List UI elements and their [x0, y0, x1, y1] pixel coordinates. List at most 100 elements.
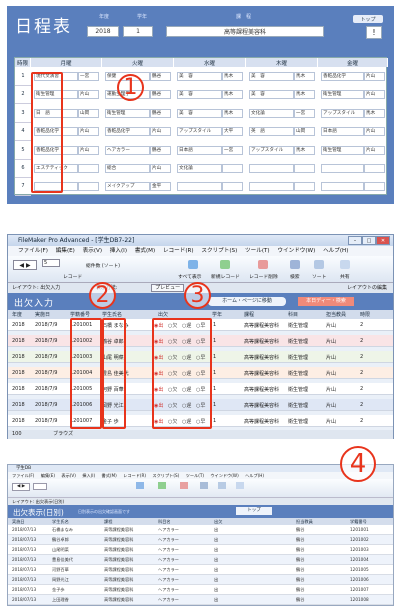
- cell-date[interactable]: 2018/7/9: [35, 386, 57, 392]
- table-row[interactable]: 2018/07/13 豊島佳美代 高等課程美容科 ヘアカラー 出 鶴谷 1201004: [8, 555, 393, 565]
- cell-date[interactable]: 2018/7/9: [35, 370, 57, 376]
- sort-icon[interactable]: [218, 482, 226, 489]
- subject-cell[interactable]: 日本語: [177, 145, 222, 155]
- cell-course[interactable]: 高等課程美容科: [244, 386, 279, 393]
- teacher-cell[interactable]: 片山: [150, 127, 171, 137]
- subject-cell[interactable]: [249, 164, 294, 173]
- cell-subject[interactable]: ヘアカラー: [158, 547, 179, 553]
- cell-period[interactable]: 2: [360, 386, 363, 392]
- teacher-cell[interactable]: 一宮: [78, 72, 99, 81]
- cell-attendance[interactable]: 出: [214, 547, 218, 553]
- cell-student-id[interactable]: 1201003: [350, 547, 369, 552]
- sort-icon[interactable]: [314, 260, 324, 269]
- menu-insert[interactable]: 挿入(I): [82, 473, 95, 478]
- menu-help[interactable]: ヘルプ(H): [245, 473, 264, 478]
- teacher-cell[interactable]: 馬木: [294, 72, 315, 81]
- teacher-cell[interactable]: 鶴谷: [150, 145, 171, 155]
- cell-teacher[interactable]: 鶴谷: [296, 557, 304, 563]
- cell-year[interactable]: 2018: [12, 402, 25, 408]
- cell-subject[interactable]: ヘアカラー: [158, 527, 179, 533]
- table-row[interactable]: 2018/07/13 岡野光江 高等課程美容科 ヘアカラー 出 鶴谷 1201006: [8, 575, 393, 585]
- table-row[interactable]: 2018/07/13 石橋まなみ 高等課程美容科 ヘアカラー 出 鶴谷 1201001: [8, 525, 393, 535]
- cell-course[interactable]: 高等課程美容科: [244, 418, 279, 425]
- cell-subject[interactable]: ヘアカラー: [158, 587, 179, 593]
- cell-date[interactable]: 2018/7/9: [35, 418, 57, 424]
- cell-date[interactable]: 2018/7/9: [35, 338, 57, 344]
- menu-records[interactable]: レコード(R): [123, 473, 146, 478]
- cell-student-id[interactable]: 1201005: [350, 567, 369, 572]
- cell-subject[interactable]: ヘアカラー: [158, 577, 179, 583]
- teacher-cell[interactable]: 馬木: [294, 145, 315, 155]
- menu-edit[interactable]: 編集(E): [56, 248, 75, 254]
- menu-tools[interactable]: ツール(T): [186, 473, 204, 478]
- cell-subject[interactable]: ヘアカラー: [158, 597, 179, 603]
- cell-course[interactable]: 高等課程美容科: [244, 402, 279, 409]
- cell-student-name[interactable]: 岡野光江: [52, 577, 69, 583]
- share-icon[interactable]: [340, 260, 350, 269]
- teacher-cell[interactable]: 一宮: [294, 108, 315, 118]
- teacher-cell[interactable]: 馬木: [222, 72, 243, 81]
- cell-student-id[interactable]: 1201007: [350, 587, 369, 592]
- cell-grade[interactable]: 1: [213, 322, 216, 328]
- cell-date[interactable]: 2018/7/9: [35, 354, 57, 360]
- cell-teacher[interactable]: 鶴谷: [296, 597, 304, 603]
- share-button[interactable]: 共有: [340, 273, 350, 280]
- subject-cell[interactable]: アップスタイル: [177, 127, 222, 137]
- menu-file[interactable]: ファイル(F): [18, 248, 48, 254]
- cell-student-name[interactable]: 豊島佳美代: [52, 557, 73, 563]
- window-close-button[interactable]: ✕: [376, 236, 390, 245]
- teacher-cell[interactable]: 片山: [78, 90, 99, 100]
- delete-record-icon[interactable]: [258, 260, 268, 269]
- menu-insert[interactable]: 挿入(I): [110, 248, 127, 254]
- cell-course[interactable]: 高等課程美容科: [244, 322, 279, 329]
- cell-student-name[interactable]: 上田理香: [52, 597, 69, 603]
- subject-cell[interactable]: 香粧品化学: [105, 127, 150, 137]
- cell-teacher[interactable]: 片山: [326, 402, 336, 409]
- teacher-cell[interactable]: [78, 164, 99, 173]
- cell-grade[interactable]: 1: [213, 402, 216, 408]
- subject-cell[interactable]: 文化論: [249, 108, 294, 118]
- cell-grade[interactable]: 1: [213, 338, 216, 344]
- menu-window[interactable]: ウインドウ(W): [277, 248, 315, 254]
- subject-cell[interactable]: 美 容: [249, 90, 294, 100]
- menu-view[interactable]: 表示(V): [61, 473, 76, 478]
- cell-subject[interactable]: 衛生管理: [288, 418, 308, 425]
- cell-course[interactable]: 高等課程美容科: [244, 354, 279, 361]
- cell-period[interactable]: 2: [360, 322, 363, 328]
- teacher-cell[interactable]: [222, 182, 243, 192]
- teacher-cell[interactable]: [364, 182, 385, 192]
- cell-year[interactable]: 2018: [12, 386, 25, 392]
- cell-date[interactable]: 2018/7/9: [35, 322, 57, 328]
- cell-student-id[interactable]: 1201002: [350, 537, 369, 542]
- cell-course[interactable]: 高等課程美容科: [104, 557, 133, 563]
- subject-cell[interactable]: 美 容: [177, 90, 222, 100]
- cell-subject[interactable]: ヘアカラー: [158, 537, 179, 543]
- table-row[interactable]: 2018/07/13 金子歩 高等課程美容科 ヘアカラー 出 鶴谷 1201007: [8, 585, 393, 595]
- subject-cell[interactable]: 衛生管理: [321, 145, 364, 155]
- menu-format[interactable]: 書式(M): [102, 473, 117, 478]
- maximize-button[interactable]: □: [362, 236, 376, 245]
- subject-cell[interactable]: 美 容: [177, 72, 222, 81]
- subject-cell[interactable]: アップスタイル: [321, 108, 364, 118]
- cell-period[interactable]: 2: [360, 402, 363, 408]
- table-row[interactable]: 2018/07/13 山尾明菜 高等課程美容科 ヘアカラー 出 鶴谷 1201003: [8, 545, 393, 555]
- subject-cell[interactable]: 美 容: [177, 108, 222, 118]
- teacher-cell[interactable]: 馬木: [222, 108, 243, 118]
- teacher-cell[interactable]: 片山: [150, 164, 171, 173]
- home-button[interactable]: ホーム・ページに移動: [208, 297, 286, 306]
- new-record-button[interactable]: 新規レコード: [211, 273, 240, 280]
- teacher-cell[interactable]: 大平: [222, 127, 243, 137]
- subject-cell[interactable]: 香粧品化学: [321, 72, 364, 81]
- cell-course[interactable]: 高等課程美容科: [104, 547, 133, 553]
- cell-grade[interactable]: 1: [213, 418, 216, 424]
- cell-subject[interactable]: 衛生管理: [288, 338, 308, 345]
- menu-help[interactable]: ヘルプ(H): [323, 248, 348, 254]
- menu-window[interactable]: ウインドウ(W): [210, 473, 238, 478]
- layout-selector[interactable]: レイアウト: 出欠表示(日別): [12, 499, 64, 504]
- cell-attendance[interactable]: 出: [214, 557, 218, 563]
- teacher-cell[interactable]: 片山: [364, 90, 385, 100]
- cell-teacher[interactable]: 鶴谷: [296, 587, 304, 593]
- subject-cell[interactable]: アップスタイル: [249, 145, 294, 155]
- cell-year[interactable]: 2018: [12, 338, 25, 344]
- cell-student-name[interactable]: 河野百華: [52, 567, 69, 573]
